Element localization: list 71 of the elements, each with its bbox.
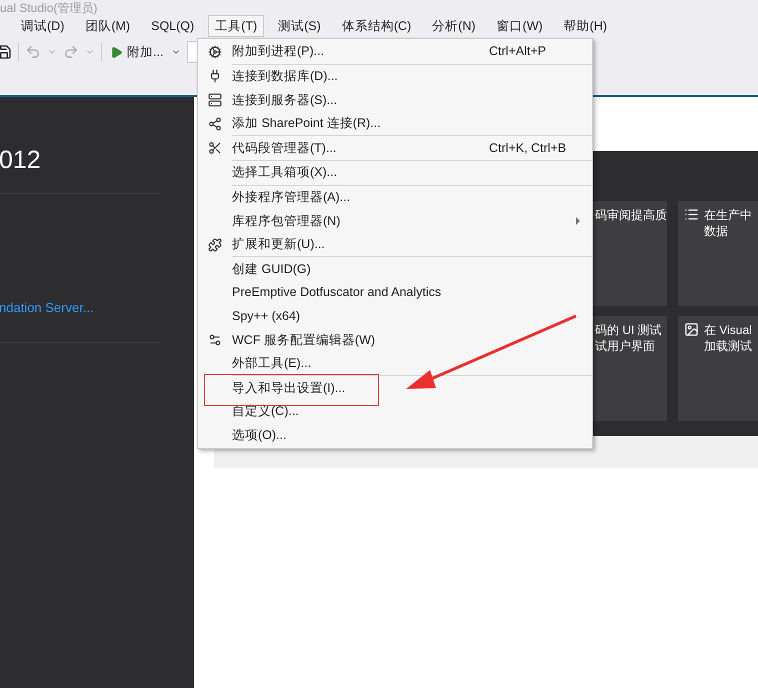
- share-icon: [208, 116, 222, 131]
- menu-entry[interactable]: 选项(O)...: [198, 424, 592, 448]
- menu-entry-label: 外部工具(E)...: [232, 355, 312, 372]
- menu-entry-label: 选项(O)...: [232, 426, 288, 444]
- menu-entry[interactable]: 外接程序管理器(A)...: [198, 186, 592, 210]
- list-icon: [684, 207, 699, 222]
- picture-icon: [684, 322, 699, 337]
- undo-icon[interactable]: [25, 44, 41, 60]
- tile-text: 码审阅提高质: [595, 207, 667, 223]
- menu-entry[interactable]: 连接到服务器(S)...: [198, 88, 592, 112]
- menu-entry-label: 库程序包管理器(N): [232, 212, 342, 230]
- menu-item[interactable]: SQL(Q): [144, 15, 202, 37]
- menu-entry-label: 连接到服务器(S)...: [232, 92, 338, 109]
- menu-item[interactable]: 分析(N): [425, 15, 483, 37]
- menu-entry-label: 代码段管理器(T)...: [232, 140, 338, 157]
- menu-entry-label: PreEmptive Dotfuscator and Analytics: [232, 284, 442, 302]
- shortcut-text: Ctrl+K, Ctrl+B: [489, 140, 568, 157]
- tile-text: 码的 UI 测试: [595, 322, 662, 338]
- menu-entry-label: 连接到数据库(D)...: [232, 68, 339, 86]
- redo-icon[interactable]: [63, 44, 79, 60]
- tile-text: 数据: [704, 223, 729, 239]
- puzzle-icon: [208, 238, 222, 252]
- menu-item[interactable]: 测试(S): [271, 15, 328, 37]
- connect-link[interactable]: ndation Server...: [0, 298, 194, 318]
- menu-entry[interactable]: 连接到数据库(D)...: [198, 64, 592, 88]
- window-title: ual Studio(管理员): [0, 2, 98, 14]
- save-all-icon[interactable]: [0, 44, 12, 60]
- play-icon: [110, 46, 123, 58]
- menu-entry[interactable]: 自定义(C)...: [198, 400, 592, 424]
- feature-tile[interactable]: 在 Visual 加载测试: [678, 316, 758, 421]
- tile-text: 在生产中: [704, 207, 752, 223]
- start-page-title: 012: [0, 145, 42, 175]
- menu-entry[interactable]: 添加 SharePoint 连接(R)...: [198, 112, 592, 136]
- menu-entry[interactable]: 导入和导出设置(I)...: [198, 376, 592, 400]
- menu-item[interactable]: 帮助(H): [556, 15, 614, 37]
- cogs-icon: [208, 44, 222, 59]
- menu-item[interactable]: 窗口(W): [490, 15, 550, 37]
- menu-entry[interactable]: Spy++ (x64): [198, 304, 592, 328]
- menu-entry[interactable]: 外部工具(E)...: [198, 352, 592, 376]
- menu-entry-label: 导入和导出设置(I)...: [232, 380, 346, 397]
- scissors-icon: [208, 141, 222, 156]
- tile-text: 试用户界面: [595, 338, 656, 354]
- menu-entry-label: Spy++ (x64): [232, 308, 302, 325]
- menu-item[interactable]: 调试(D): [14, 15, 72, 37]
- menu-entry-label: 创建 GUID(G): [232, 260, 312, 278]
- menu-entry[interactable]: 扩展和更新(U)...: [198, 232, 592, 256]
- tile-text: 加载测试: [704, 338, 752, 354]
- feature-tile[interactable]: 在生产中 数据: [678, 201, 758, 306]
- run-button[interactable]: 附加...: [108, 42, 166, 62]
- menu-entry-label: 自定义(C)...: [232, 403, 300, 420]
- tile-text: 在 Visual: [704, 322, 752, 338]
- gear-icon: [208, 332, 222, 347]
- menu-entry[interactable]: WCF 服务配置编辑器(W): [198, 328, 592, 352]
- menu-entry[interactable]: 代码段管理器(T)... Ctrl+K, Ctrl+B: [198, 136, 592, 160]
- shortcut-text: Ctrl+Alt+P: [489, 43, 547, 60]
- menu-entry-label: 扩展和更新(U)...: [232, 236, 326, 254]
- menu-item[interactable]: 工具(T): [208, 15, 264, 37]
- menu-entry-label: 选择工具箱项(X)...: [232, 164, 338, 182]
- menu-item[interactable]: 体系结构(C): [334, 15, 418, 37]
- menu-item[interactable]: 团队(M): [78, 15, 138, 37]
- plug-icon: [208, 69, 222, 84]
- menu-entry[interactable]: 选择工具箱项(X)...: [198, 160, 592, 185]
- menu-entry-label: WCF 服务配置编辑器(W): [232, 332, 376, 349]
- menu-entry[interactable]: 创建 GUID(G): [198, 257, 592, 281]
- server-icon: [208, 92, 222, 107]
- menu-entry-label: 添加 SharePoint 连接(R)...: [232, 115, 382, 132]
- menu-entry[interactable]: 库程序包管理器(N): [198, 209, 592, 233]
- menu-entry-label: 外接程序管理器(A)...: [232, 188, 352, 206]
- menu-entry[interactable]: PreEmptive Dotfuscator and Analytics: [198, 280, 592, 305]
- menu-entry-label: 附加到进程(P)...: [232, 43, 326, 60]
- menu-entry[interactable]: 附加到进程(P)... Ctrl+Alt+P: [198, 40, 592, 64]
